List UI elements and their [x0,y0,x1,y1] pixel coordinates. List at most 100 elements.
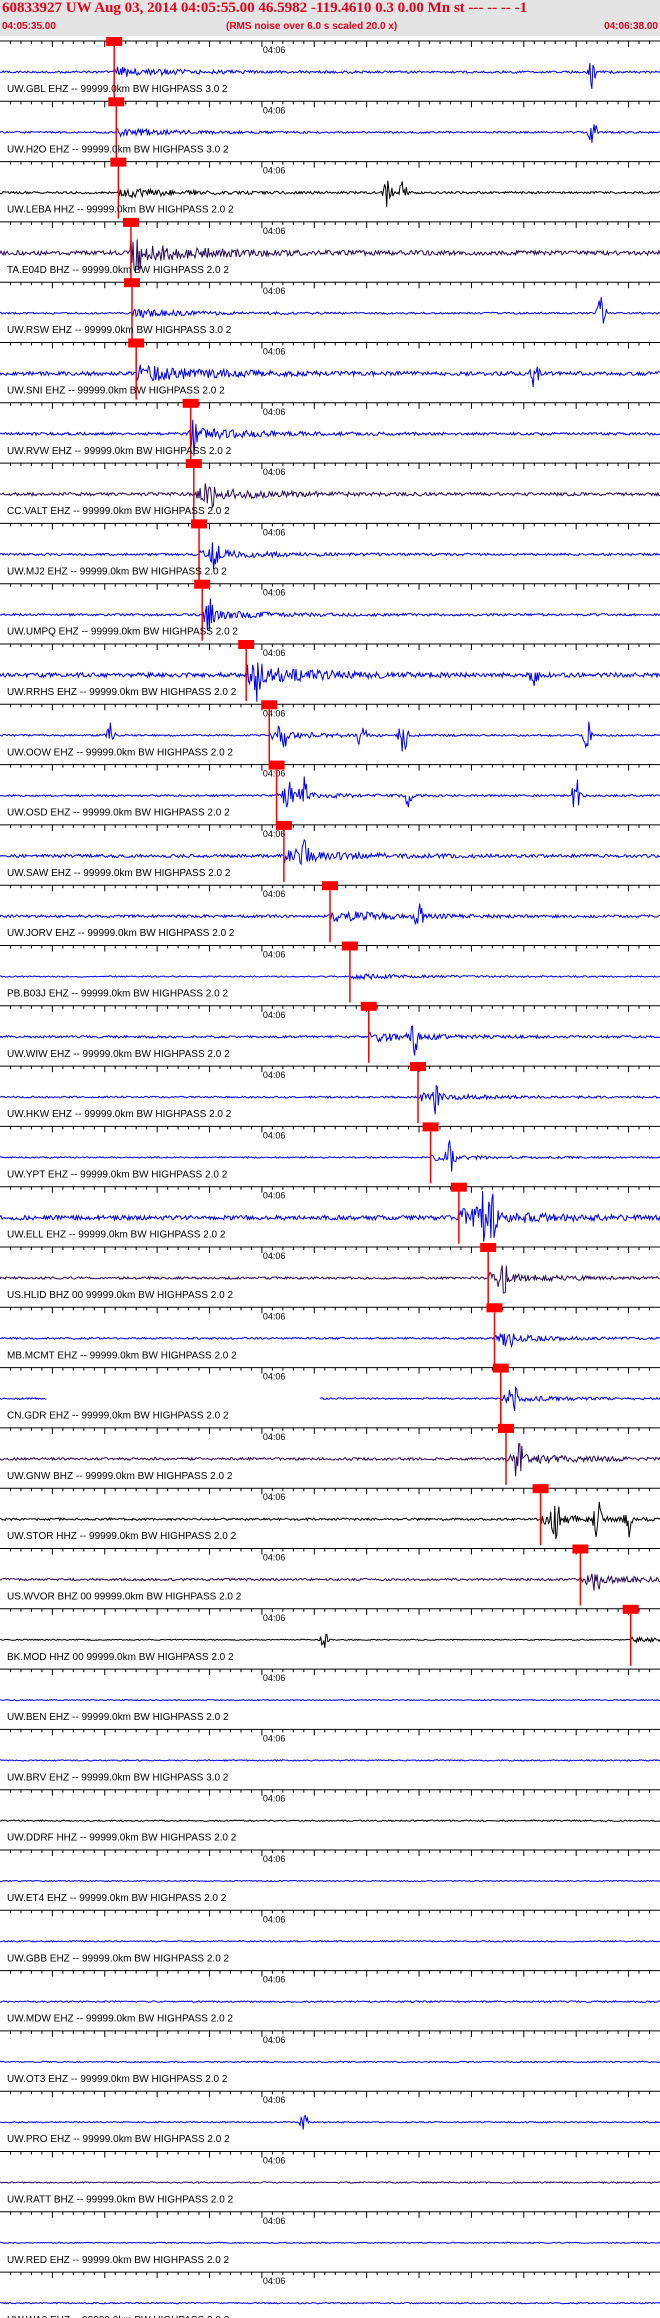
minute-mark-label: 04:06 [263,1311,286,1321]
pick-marker [422,1122,439,1132]
station-label: UW.WIW EHZ -- 99999.0km BW HIGHPASS 2.0 … [7,1049,230,1060]
minute-mark-label: 04:06 [263,1251,286,1261]
waveform-trace [0,1265,660,1294]
minute-mark-label: 04:06 [263,467,286,477]
pick-marker [450,1182,467,1192]
pick-marker [492,1363,509,1373]
minute-mark-label: 04:06 [263,347,286,357]
waveform-trace [0,1386,660,1412]
minute-mark-label: 04:06 [263,2276,286,2286]
waveform-trace [0,2060,660,2064]
station-label: US.WVOR BHZ 00 99999.0km BW HIGHPASS 2.0… [7,1592,242,1603]
minute-mark-label: 04:06 [263,45,286,55]
minute-mark-label: 04:06 [263,1191,286,1201]
station-label: PB.B03J EHZ -- 99999.0km BW HIGHPASS 2.0… [7,989,228,1000]
rms-note-label: (RMS noise over 6.0 s scaled 20.0 x) [226,21,398,32]
pick-marker [480,1243,497,1252]
station-label: UW.MJ2 EHZ -- 99999.0km BW HIGHPASS 2.0 … [7,566,227,577]
waveform-trace [0,2241,660,2244]
minute-mark-label: 04:06 [263,1130,286,1140]
station-label: UW.RRHS EHZ -- 99999.0km BW HIGHPASS 2.0… [7,687,237,698]
waveform-trace [0,2114,660,2130]
station-label: US.HLID BHZ 00 99999.0km BW HIGHPASS 2.0… [7,1290,233,1301]
station-label: UW.RVW EHZ -- 99999.0km BW HIGHPASS 2.0 … [7,446,232,457]
minute-mark-label: 04:06 [263,588,286,598]
pick-marker [498,1423,514,1433]
minute-mark-label: 04:06 [263,769,286,779]
minute-mark-label: 04:06 [263,2156,286,2166]
station-label: UW.YPT EHZ -- 99999.0km BW HIGHPASS 2.0 … [7,1169,228,1180]
station-label: UW.BEN EHZ -- 99999.0km BW HIGHPASS 2.0 … [7,1712,229,1723]
waveform-trace [0,180,660,207]
pick-marker [532,1484,549,1494]
waveform-trace [0,542,660,570]
station-label: UW.RATT BHZ -- 99999.0km BW HIGHPASS 2.0… [7,2195,234,2206]
station-label: UW.LEBA HHZ -- 99999.0km BW HIGHPASS 2.0… [7,205,234,216]
minute-mark-label: 04:06 [263,407,286,417]
waveform-trace [0,1758,660,1762]
station-label: UW.GNW BHZ -- 99999.0km BW HIGHPASS 2.0 … [7,1471,233,1482]
waveform-trace [0,1939,660,1943]
waveform-trace [0,776,660,808]
pick-marker [106,37,123,46]
waveform-trace [0,364,660,388]
pick-marker [622,1604,639,1614]
pick-marker [185,459,202,469]
station-label: UW.ET4 EHZ -- 99999.0km BW HIGHPASS 2.0 … [7,1893,227,1904]
pick-marker [128,338,145,348]
pick-marker [108,97,125,107]
minute-mark-label: 04:06 [263,527,286,537]
event-title: 60833927 UW Aug 03, 2014 04:05:55.00 46.… [2,0,528,16]
pick-marker [486,1303,503,1313]
minute-mark-label: 04:06 [263,166,286,176]
pick-marker [275,820,292,830]
minute-mark-label: 04:06 [263,1553,286,1563]
station-label: UW.MDW EHZ -- 99999.0km BW HIGHPASS 2.0 … [7,2014,233,2025]
seismogram-plot: 04:06 UW.GBL EHZ -- 99999.0km BW HIGHPASS… [0,37,660,2318]
pick-marker [341,941,358,951]
station-label: UW.OSD EHZ -- 99999.0km BW HIGHPASS 2.0 … [7,808,230,819]
minute-mark-label: 04:06 [263,1372,286,1382]
minute-mark-label: 04:06 [263,1432,286,1442]
pick-marker [410,1062,426,1072]
minute-mark-label: 04:06 [263,829,286,839]
station-label: UW.OOW EHZ -- 99999.0km BW HIGHPASS 2.0 … [7,747,233,758]
station-label: UW.GBB EHZ -- 99999.0km BW HIGHPASS 2.0 … [7,1953,230,1964]
waveform-trace [0,1633,660,1648]
minute-mark-label: 04:06 [263,1914,286,1924]
pick-marker [182,398,199,408]
station-label: UW.OT3 EHZ -- 99999.0km BW HIGHPASS 2.0 … [7,2074,228,2085]
end-time-label: 04:06:38.00 [604,21,658,32]
minute-mark-label: 04:06 [263,708,286,718]
waveform-trace [0,1819,660,1823]
waveform-trace [0,838,660,866]
station-label: CN.GDR EHZ -- 99999.0km BW HIGHPASS 2.0 … [7,1411,229,1422]
pick-marker [322,881,338,891]
waveform-trace [0,2301,660,2305]
pick-marker [238,640,255,649]
station-label: MB.MCMT EHZ -- 99999.0km BW HIGHPASS 2.0… [7,1350,237,1361]
minute-mark-label: 04:06 [263,1673,286,1683]
minute-mark-label: 04:06 [263,105,286,115]
waveform-trace [0,1879,660,1883]
minute-mark-label: 04:06 [263,648,286,658]
pick-marker [268,760,285,770]
waveform-trace [0,1332,660,1349]
station-label: UW.ELL EHZ -- 99999.0km BW HIGHPASS 2.0 … [7,1230,226,1241]
station-label: TA.E04D BHZ -- 99999.0km BW HIGHPASS 2.0… [7,265,229,276]
station-label: UW.JORV EHZ -- 99999.0km BW HIGHPASS 2.0… [7,928,235,939]
station-label: UW.STOR HHZ -- 99999.0km BW HIGHPASS 2.0… [7,1531,237,1542]
station-label: UW.PRO EHZ -- 99999.0km BW HIGHPASS 2.0 … [7,2134,230,2145]
pick-marker [122,217,139,227]
minute-mark-label: 04:06 [263,1070,286,1080]
waveform-trace [0,124,660,143]
minute-mark-label: 04:06 [263,1794,286,1804]
minute-mark-label: 04:06 [263,1492,286,1502]
minute-mark-label: 04:06 [263,1854,286,1864]
station-label: UW.UMPQ EHZ -- 99999.0km BW HIGHPASS 2.0… [7,627,238,638]
waveform-trace [0,483,660,510]
waveform-trace [0,1573,660,1591]
station-label: BK.MOD HHZ 00 99999.0km BW HIGHPASS 2.0 … [7,1652,234,1663]
pick-marker [124,278,140,288]
pick-marker [194,579,211,589]
